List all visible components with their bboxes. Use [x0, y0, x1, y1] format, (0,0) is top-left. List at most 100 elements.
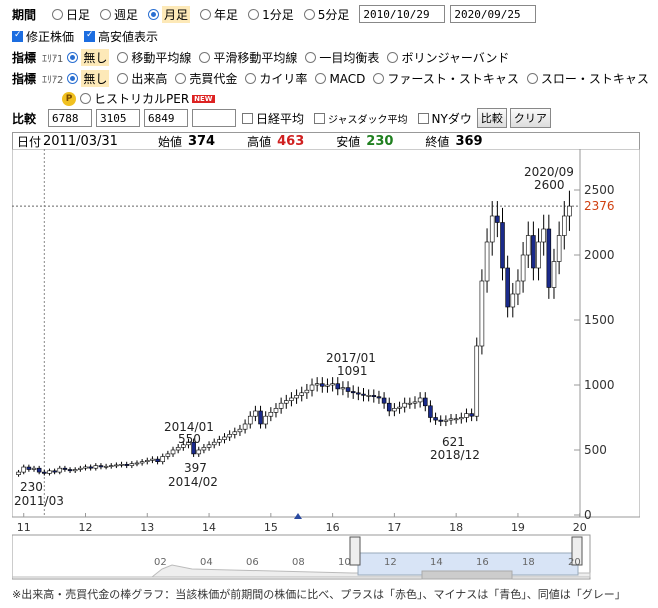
candle-body [402, 402, 407, 408]
candle-body [510, 293, 516, 308]
clear-button[interactable]: クリア [509, 108, 551, 128]
compare-code-2[interactable] [96, 109, 140, 127]
low-key: 安値 [336, 134, 361, 149]
adjusted-price-checkbox[interactable]: 修正株価 [12, 28, 74, 45]
x-tick-label: 11 [17, 521, 31, 534]
nikkei-label: 日経平均 [256, 111, 305, 126]
x-tick-label: 20 [573, 521, 587, 534]
radio-icon [373, 73, 385, 84]
area2-opts-radio-0[interactable]: 無し [67, 70, 110, 87]
compare-code-4[interactable] [192, 109, 236, 127]
period-opts-radio-2[interactable]: 月足 [148, 5, 191, 23]
area1-opts-radio-0[interactable]: 無し [67, 49, 110, 66]
period-opts-radio-1[interactable]: 週足 [100, 6, 138, 23]
y-tick-label: 0 [584, 508, 592, 522]
x-tick-label: 19 [511, 521, 525, 534]
area2-opts-radio-1[interactable]: 出来高 [117, 70, 167, 87]
candle-body [484, 241, 490, 282]
period-opts-radio-4[interactable]: 1分足 [248, 6, 294, 23]
period-opts-label-5: 5分足 [317, 7, 350, 22]
annotation-label: 2018/12 [430, 448, 480, 462]
candle-body [16, 471, 21, 476]
area2-opts-radio-3[interactable]: カイリ率 [245, 70, 307, 87]
area2-opts-radio-2[interactable]: 売買代金 [175, 70, 237, 87]
candle-body [330, 383, 335, 386]
candle-body [459, 417, 464, 420]
candle-body [155, 458, 160, 463]
jasdaq-checkbox[interactable]: ジャスダック平均 [314, 111, 408, 126]
compare-code-3[interactable] [144, 109, 188, 127]
compare-label: 比較 [12, 111, 37, 126]
checkbox-icon [12, 30, 23, 42]
radio-icon [526, 73, 538, 84]
date-from-input[interactable] [359, 5, 446, 23]
plot-frame [12, 149, 640, 518]
radio-icon [200, 8, 212, 20]
period-opts-radio-0[interactable]: 日足 [52, 6, 90, 23]
area1-opts-radio-1[interactable]: 移動平均線 [117, 49, 191, 66]
annotation-label: 550 [178, 432, 201, 446]
compare-button[interactable]: 比較 [476, 108, 507, 128]
radio-icon [387, 52, 399, 63]
candle-body [217, 439, 222, 443]
area1-opts-radio-2[interactable]: 平滑移動平均線 [199, 49, 297, 66]
options-row: 修正株価 高安値表示 [12, 28, 168, 45]
candle-body [551, 261, 557, 288]
navigator-handle-left [349, 536, 361, 566]
high-low-checkbox[interactable]: 高安値表示 [84, 28, 158, 45]
candle-body [320, 383, 325, 387]
candle-body [119, 463, 124, 466]
nydow-checkbox[interactable]: NYダウ [417, 110, 472, 127]
candle-body [536, 241, 541, 269]
candle-body [289, 397, 294, 401]
indicator-label-2: 指標 [12, 72, 37, 86]
candle-body [314, 383, 320, 386]
area2-sublabel: ｴﾘｱ2 [42, 75, 64, 86]
area2-opts-radio-5[interactable]: ファースト・ストキャス [373, 70, 519, 87]
area2-opts-label-3: カイリ率 [259, 72, 308, 86]
indicator-label: 指標 [12, 51, 37, 65]
price-chart[interactable]: 0 500 1000 1500 2000 2500 2376 11 12 13 14 15 16 17 1… [12, 149, 640, 583]
area2-opts-label-2: 売買代金 [189, 72, 238, 86]
annotation-label: 2600 [534, 178, 565, 192]
candle-body [356, 392, 361, 395]
area2-opts-radio-4[interactable]: MACD [315, 70, 365, 87]
candle-body [469, 413, 474, 417]
area1-opts-radio-3[interactable]: 一目均衡表 [305, 49, 379, 66]
area1-opts-radio-4[interactable]: ボリンジャーバンド [387, 49, 509, 66]
candle-body [232, 431, 238, 435]
radio-icon [199, 52, 211, 63]
date-key: 日付 [17, 134, 42, 149]
area2-opts-radio-6[interactable]: スロー・ストキャス [526, 70, 649, 87]
candle-body [211, 441, 217, 446]
x-tick-label: 17 [387, 521, 401, 534]
candle-body [72, 469, 78, 472]
candle-body [453, 418, 459, 421]
historical-per-radio[interactable]: ヒストリカルPER NEW [80, 90, 215, 107]
nikkei-checkbox[interactable]: 日経平均 [242, 110, 304, 127]
per-row: P ヒストリカルPER NEW [62, 90, 225, 107]
period-opts-radio-3[interactable]: 年足 [200, 6, 238, 23]
area1-opts-label-0: 無し [81, 49, 110, 66]
ohlc-info-bar: 日付 2011/03/31 始値 374 高値 463 安値 230 終値 36… [12, 132, 640, 150]
candle-body [263, 415, 268, 425]
candle-body [556, 235, 562, 262]
navigator-label: 20 [568, 557, 581, 568]
area1-row: 指標 ｴﾘｱ1 無し 移動平均線 平滑移動平均線 一目均衡表 ボリンジャーバンド [12, 49, 517, 66]
x-tick-label: 14 [202, 521, 216, 534]
candle-body [268, 411, 274, 417]
y-tick-label: 500 [584, 443, 607, 457]
period-opts-radio-5[interactable]: 5分足 [303, 6, 350, 23]
candle-body [62, 467, 68, 470]
period-opts-label-4: 1分足 [262, 7, 294, 22]
area1-options: 無し 移動平均線 平滑移動平均線 一目均衡表 ボリンジャーバンド [67, 49, 517, 66]
high-low-label: 高安値表示 [98, 30, 159, 44]
candle-body [567, 205, 572, 217]
date-to-input[interactable] [450, 5, 537, 23]
candle-body [335, 383, 341, 390]
compare-code-1[interactable] [48, 109, 92, 127]
checkbox-icon [417, 112, 429, 124]
radio-icon [305, 52, 317, 63]
candle-body [479, 280, 485, 347]
annotation-label: 2020/09 [524, 165, 574, 179]
